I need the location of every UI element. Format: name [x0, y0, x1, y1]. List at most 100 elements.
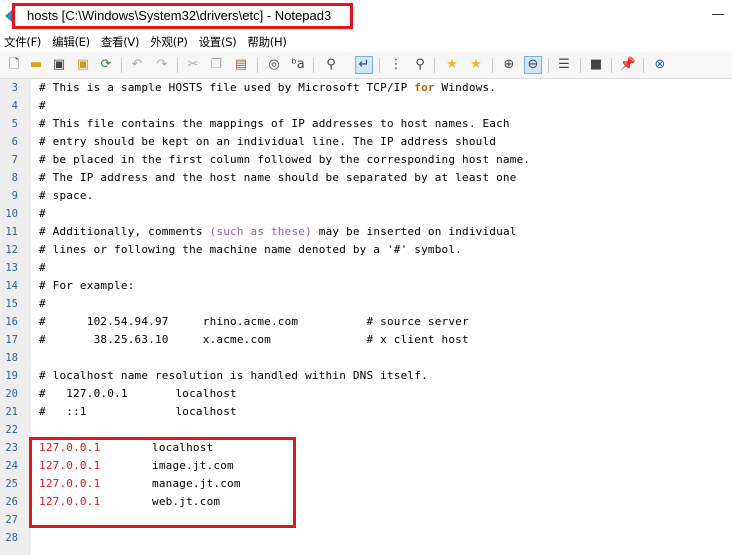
pin-icon[interactable]: 📌: [619, 56, 637, 74]
minimize-icon[interactable]: [712, 14, 724, 15]
line-number: 6: [11, 136, 18, 148]
editor-line[interactable]: 17 # 38.25.63.10 x.acme.com # x client ho…: [0, 331, 732, 349]
line-number: 17: [5, 334, 18, 346]
title-bar[interactable]: hosts [C:\Windows\System32\drivers\etc] …: [0, 0, 732, 32]
undo-icon[interactable]: ↶: [128, 56, 146, 74]
comment-text: # The IP address and the host name shoul…: [39, 171, 517, 184]
copy-icon[interactable]: ❐: [207, 56, 225, 74]
editor-line[interactable]: 8 # The IP address and the host name shou…: [0, 169, 732, 187]
editor-line[interactable]: 18: [0, 349, 732, 367]
line-number: 28: [5, 532, 18, 544]
line-number: 21: [5, 406, 18, 418]
editor-line[interactable]: 20 # 127.0.0.1 localhost: [0, 385, 732, 403]
terminal-icon[interactable]: ■: [587, 56, 605, 74]
line-number: 19: [5, 370, 18, 382]
comment-text: # be placed in the first column followed…: [39, 153, 531, 166]
menu-bar: 文件(F) 编辑(E) 查看(V) 外观(P) 设置(S) 帮助(H): [0, 32, 732, 52]
editor-line[interactable]: 12 # lines or following the machine name …: [0, 241, 732, 259]
redo-icon[interactable]: ↷: [153, 56, 171, 74]
reload-icon[interactable]: ⟳: [97, 56, 115, 74]
toolbar-separator: [548, 58, 549, 73]
editor-line[interactable]: 13 #: [0, 259, 732, 277]
comment-text: #: [39, 99, 46, 112]
line-number: 10: [5, 208, 18, 220]
line-number: 11: [5, 226, 18, 238]
open-folder-icon[interactable]: ▬: [27, 56, 45, 74]
close-file-icon[interactable]: ⊗: [651, 56, 669, 74]
zoom-out-icon[interactable]: ⊖: [524, 56, 542, 74]
replace-icon[interactable]: ᵇa: [289, 56, 307, 74]
properties-icon[interactable]: ☰: [555, 56, 573, 74]
toolbar-separator: [177, 58, 178, 73]
line-number: 20: [5, 388, 18, 400]
comment-text: # 102.54.94.97 rhino.acme.com # source s…: [39, 315, 469, 328]
paste-icon[interactable]: ▤: [232, 56, 250, 74]
line-number: 9: [11, 190, 18, 202]
line-number: 13: [5, 262, 18, 274]
line-number: 26: [5, 496, 18, 508]
editor-line[interactable]: 16 # 102.54.94.97 rhino.acme.com # source…: [0, 313, 732, 331]
comment-text: # ::1 localhost: [39, 405, 237, 418]
line-number: 5: [11, 118, 18, 130]
add-star-icon[interactable]: ★: [467, 56, 485, 74]
line-number: 24: [5, 460, 18, 472]
comment-text: #: [39, 207, 46, 220]
comment-text: #: [39, 297, 46, 310]
editor-line[interactable]: 10 #: [0, 205, 732, 223]
comment-text: # Additionally, comments (such as these)…: [39, 225, 517, 238]
menu-appearance[interactable]: 外观(P): [150, 34, 188, 50]
editor-line[interactable]: 4 #: [0, 97, 732, 115]
editor-line[interactable]: 5 # This file contains the mappings of IP…: [0, 115, 732, 133]
editor-line[interactable]: 7 # be placed in the first column followe…: [0, 151, 732, 169]
editor-line[interactable]: 9 # space.: [0, 187, 732, 205]
line-number: 18: [5, 352, 18, 364]
editor-line[interactable]: 14 # For example:: [0, 277, 732, 295]
comment-text: # For example:: [39, 279, 135, 292]
toolbar-separator: [121, 58, 122, 73]
parenthesis-token: (such as these): [209, 225, 312, 238]
menu-edit[interactable]: 编辑(E): [52, 34, 90, 50]
menu-file[interactable]: 文件(F): [4, 34, 41, 50]
toolbar-separator: [643, 58, 644, 73]
toolbar-separator: [379, 58, 380, 73]
line-number: 14: [5, 280, 18, 292]
toolbar-separator: [492, 58, 493, 73]
toolbar-separator: [434, 58, 435, 73]
save-icon[interactable]: ▣: [50, 56, 68, 74]
editor-line[interactable]: 19 # localhost name resolution is handled…: [0, 367, 732, 385]
word-wrap-icon[interactable]: ↵: [355, 56, 373, 74]
keyword-token: for: [414, 81, 435, 94]
line-number: 3: [11, 82, 18, 94]
title-highlight-box: [12, 3, 353, 29]
bookmark-star-icon[interactable]: ★: [443, 56, 461, 74]
comment-text: # localhost name resolution is handled w…: [39, 369, 428, 382]
editor-line[interactable]: 28: [0, 529, 732, 547]
find-in-files-icon[interactable]: ⚲: [411, 56, 429, 74]
comment-text: # space.: [39, 189, 94, 202]
find-icon[interactable]: ◎: [265, 56, 283, 74]
save-as-icon[interactable]: ▣: [74, 56, 92, 74]
menu-view[interactable]: 查看(V): [101, 34, 140, 50]
editor-line[interactable]: 3 # This is a sample HOSTS file used by M…: [0, 79, 732, 97]
new-file-icon[interactable]: 🗋: [5, 56, 23, 74]
editor-line[interactable]: 21 # ::1 localhost: [0, 403, 732, 421]
line-number: 25: [5, 478, 18, 490]
line-number: 7: [11, 154, 18, 166]
line-number: 15: [5, 298, 18, 310]
zoom-in-icon[interactable]: ⊕: [500, 56, 518, 74]
toolbar: 🗋 ▬ ▣ ▣ ⟳ ↶ ↷ ✂ ❐ ▤ ◎ ᵇa ⚲ ↵ ⋮ ⚲ ★ ★ ⊕ ⊖…: [0, 52, 732, 79]
editor-line[interactable]: 6 # entry should be kept on an individual…: [0, 133, 732, 151]
comment-text: #: [39, 261, 46, 274]
line-number: 22: [5, 424, 18, 436]
editor-line[interactable]: 11 # Additionally, comments (such as thes…: [0, 223, 732, 241]
menu-help[interactable]: 帮助(H): [247, 34, 286, 50]
cut-icon[interactable]: ✂: [184, 56, 202, 74]
menu-settings[interactable]: 设置(S): [199, 34, 237, 50]
line-number: 12: [5, 244, 18, 256]
line-numbers-icon[interactable]: ⋮: [387, 56, 405, 74]
zoom-icon[interactable]: ⚲: [322, 56, 340, 74]
line-number: 27: [5, 514, 18, 526]
toolbar-separator: [611, 58, 612, 73]
comment-text: # This is a sample HOSTS file used by Mi…: [39, 81, 497, 94]
editor-line[interactable]: 15 #: [0, 295, 732, 313]
